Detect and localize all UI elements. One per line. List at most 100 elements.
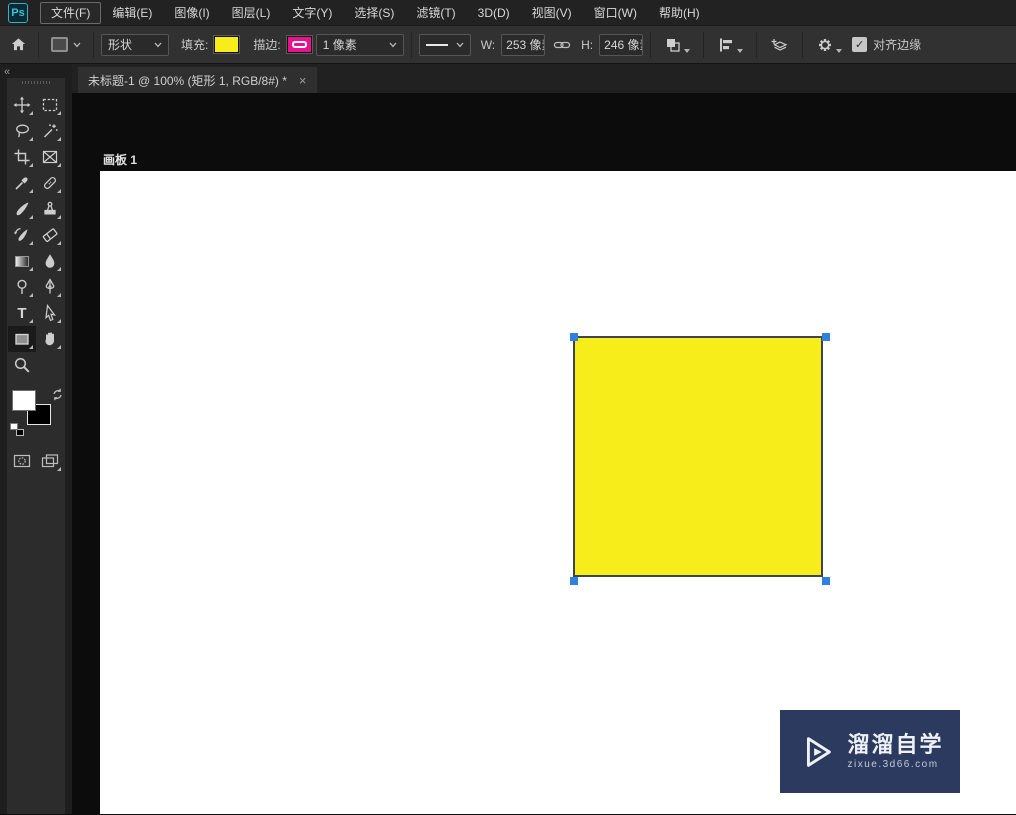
menu-item-view[interactable]: 视图(V) xyxy=(521,2,583,24)
transform-handle-top-left[interactable] xyxy=(570,333,578,341)
crop-tool-button[interactable] xyxy=(8,144,36,170)
watermark-play-logo-icon xyxy=(796,731,838,773)
magic-wand-icon xyxy=(41,122,59,140)
pen-icon xyxy=(41,278,59,296)
dodge-tool-button[interactable] xyxy=(8,274,36,300)
stroke-type-dropdown[interactable] xyxy=(418,33,471,56)
menu-item-select[interactable]: 选择(S) xyxy=(343,2,405,24)
document-tab-bar: 未标题-1 @ 100% (矩形 1, RGB/8#) * × xyxy=(72,64,1016,93)
spot-healing-brush-tool-button[interactable] xyxy=(36,170,64,196)
stroke-swatch-button[interactable] xyxy=(285,35,313,54)
droplet-icon xyxy=(41,252,59,270)
separator xyxy=(38,31,39,58)
stroke-label: 描边: xyxy=(253,38,281,52)
collapse-panel-button[interactable]: « xyxy=(4,66,10,78)
shape-rectangle[interactable] xyxy=(573,336,823,577)
fill-label: 填充: xyxy=(181,38,209,52)
transform-handle-bottom-left[interactable] xyxy=(570,577,578,585)
home-button[interactable] xyxy=(6,36,31,53)
close-icon[interactable]: × xyxy=(299,74,307,87)
swap-colors-button[interactable] xyxy=(51,388,64,401)
blur-tool-button[interactable] xyxy=(36,248,64,274)
menu-item-type[interactable]: 文字(Y) xyxy=(281,2,343,24)
chain-link-icon xyxy=(553,36,571,54)
type-icon: T xyxy=(17,304,27,322)
menu-item-window[interactable]: 窗口(W) xyxy=(583,2,648,24)
canvas-pasteboard[interactable]: 画板 1 溜溜自学 zixue.3d66.com xyxy=(72,93,1016,814)
width-label: W: xyxy=(480,37,496,52)
screen-mode-button[interactable] xyxy=(36,448,64,474)
foreground-color-swatch[interactable] xyxy=(12,390,36,411)
menu-item-help[interactable]: 帮助(H) xyxy=(648,2,711,24)
chevron-down-icon xyxy=(456,42,464,48)
history-brush-tool-button[interactable] xyxy=(8,222,36,248)
chevron-down-icon xyxy=(389,42,397,48)
shape-height-input[interactable]: 246 像素 xyxy=(599,33,644,56)
workspace: « T 未标题-1 @ 100% (矩形 1, RGB/8#) * × 画板 1… xyxy=(0,64,1016,814)
type-tool-button[interactable]: T xyxy=(8,300,36,326)
menu-item-edit[interactable]: 编辑(E) xyxy=(101,2,163,24)
move-tool-button[interactable] xyxy=(8,92,36,118)
magic-wand-tool-button[interactable] xyxy=(36,118,64,144)
pen-tool-button[interactable] xyxy=(36,274,64,300)
shape-height-value: 246 像素 xyxy=(604,38,642,52)
quick-mask-button[interactable] xyxy=(8,448,36,474)
eyedropper-tool-button[interactable] xyxy=(8,170,36,196)
menu-item-layer[interactable]: 图层(L) xyxy=(221,2,282,24)
gradient-tool-button[interactable] xyxy=(8,248,36,274)
stroke-width-dropdown[interactable]: 1 像素 xyxy=(315,33,404,56)
brush-tool-button[interactable] xyxy=(8,196,36,222)
lasso-tool-button[interactable] xyxy=(8,118,36,144)
path-arrangement-button[interactable] xyxy=(764,36,795,54)
frame-tool-button[interactable] xyxy=(36,144,64,170)
tool-preset-dropdown[interactable] xyxy=(46,35,86,54)
clone-stamp-tool-button[interactable] xyxy=(36,196,64,222)
link-dimensions-button[interactable] xyxy=(549,36,575,54)
eraser-tool-button[interactable] xyxy=(36,222,64,248)
artboard-label[interactable]: 画板 1 xyxy=(103,151,137,168)
hand-icon xyxy=(41,330,59,348)
chevron-down-icon xyxy=(73,42,81,48)
shape-settings-button[interactable] xyxy=(810,36,848,54)
fill-swatch-button[interactable] xyxy=(213,35,241,54)
rectangle-preset-icon xyxy=(51,37,68,52)
crop-icon xyxy=(13,148,31,166)
hand-tool-button[interactable] xyxy=(36,326,64,352)
path-selection-tool-button[interactable] xyxy=(36,300,64,326)
path-alignment-button[interactable] xyxy=(711,36,749,54)
align-edges-checkbox[interactable]: ✓ xyxy=(852,37,868,52)
rectangular-marquee-tool-button[interactable] xyxy=(36,92,64,118)
rectangle-tool-button[interactable] xyxy=(8,326,36,352)
grip-dots-icon xyxy=(22,80,50,84)
menu-item-file[interactable]: 文件(F) xyxy=(40,1,102,24)
chevron-down-icon xyxy=(154,42,162,48)
eraser-icon xyxy=(41,226,59,244)
menu-item-filter[interactable]: 滤镜(T) xyxy=(405,2,466,24)
separator xyxy=(410,31,412,58)
eyedropper-icon xyxy=(13,174,31,192)
menu-item-3d[interactable]: 3D(D) xyxy=(467,2,521,24)
align-icon xyxy=(717,36,735,54)
transform-handle-bottom-right[interactable] xyxy=(822,577,830,585)
watermark-title: 溜溜自学 xyxy=(847,731,944,757)
tools-panel: T xyxy=(7,78,65,814)
panel-grip[interactable] xyxy=(7,78,65,86)
tool-mode-dropdown[interactable]: 形状 xyxy=(101,33,169,56)
zoom-tool-button[interactable] xyxy=(8,352,36,378)
move-icon xyxy=(13,96,31,114)
path-operations-button[interactable] xyxy=(658,36,696,54)
brush-icon xyxy=(13,200,31,218)
shape-width-input[interactable]: 253 像素 xyxy=(501,33,546,56)
document-tab[interactable]: 未标题-1 @ 100% (矩形 1, RGB/8#) * × xyxy=(78,67,317,93)
dropdown-triangle-icon xyxy=(684,48,691,53)
separator xyxy=(802,31,804,58)
menu-item-image[interactable]: 图像(I) xyxy=(163,2,220,24)
stamp-icon xyxy=(41,200,59,218)
dropdown-triangle-icon xyxy=(836,48,843,53)
stroke-swatch-outline-icon xyxy=(291,41,307,48)
tools-grid: T xyxy=(7,86,65,378)
transform-handle-top-right[interactable] xyxy=(822,333,830,341)
watermark: 溜溜自学 zixue.3d66.com xyxy=(780,710,960,793)
selection-arrow-icon xyxy=(41,304,59,322)
default-colors-button[interactable] xyxy=(10,423,24,436)
